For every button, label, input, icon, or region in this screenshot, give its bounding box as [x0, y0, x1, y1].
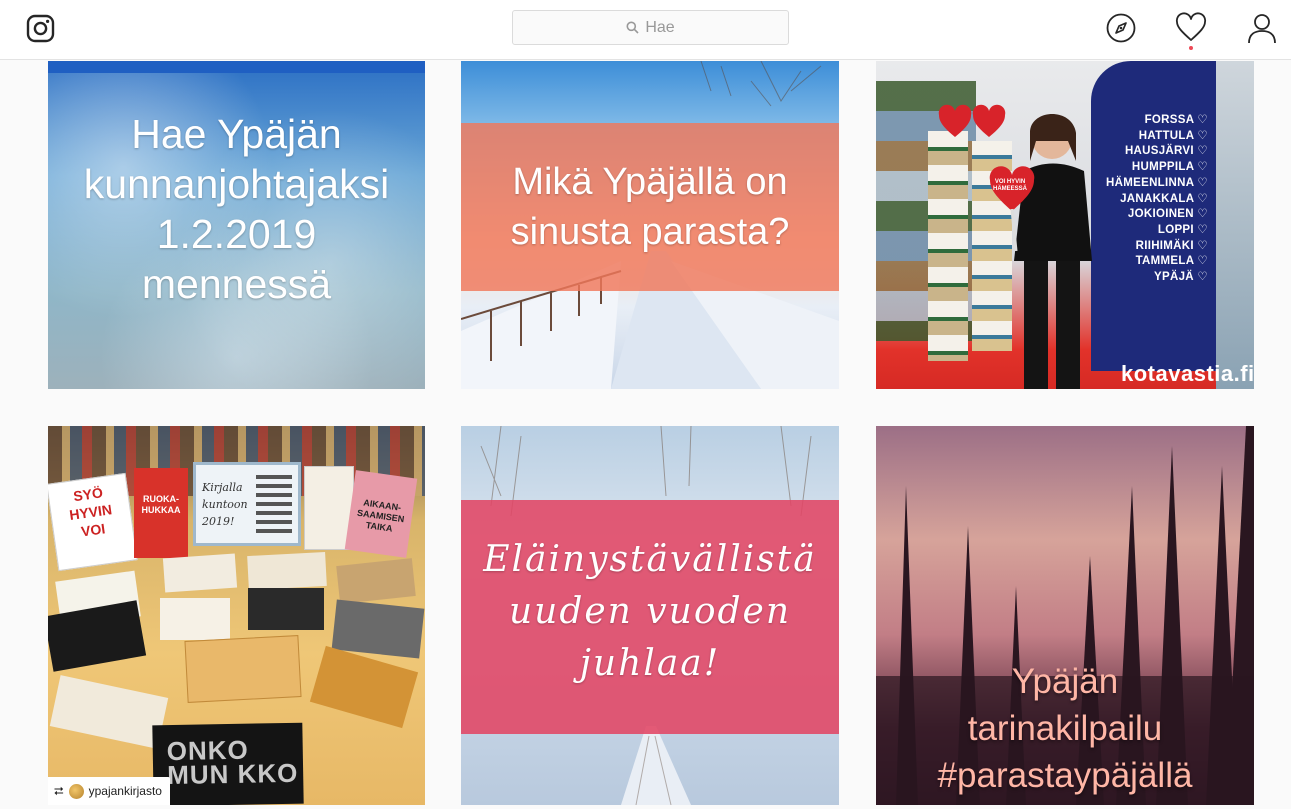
caption-line: sinusta parasta? [510, 211, 790, 253]
banner-footer-text: kotavastia.fi [1121, 361, 1254, 386]
sign-text: Kirjalla kuntoon 2019! [202, 481, 248, 528]
brochure-rack [928, 131, 968, 361]
heart-sign-line: HÄMEESSÄ [992, 186, 1027, 192]
book-cover [162, 553, 238, 593]
search-input[interactable]: Hae [512, 10, 789, 45]
book-title: RUOKA-HUKKAA [141, 494, 181, 515]
repost-username: ypajankirjasto [88, 784, 162, 798]
post-thumbnail-4[interactable]: SYÖ HYVIN VOI RUOKA-HUKKAA Kirjalla kunt… [48, 426, 425, 805]
book-cover [49, 675, 169, 749]
book-cover: ONKO MUN KKO [152, 722, 304, 805]
post-caption-overlay: Hae Ypäjän kunnanjohtajaksi 1.2.2019 men… [48, 109, 425, 309]
book-cover: SYÖ HYVIN VOI [48, 472, 138, 572]
book-stack-drawing [256, 475, 292, 535]
caption-line: mennessä [141, 261, 332, 307]
caption-line: Ypäjän [1011, 662, 1119, 701]
explore-compass-icon[interactable] [1105, 12, 1137, 44]
notification-dot [1189, 46, 1193, 50]
activity-heart-icon[interactable] [1175, 12, 1207, 44]
caption-line: kunnanjohtajaksi [83, 161, 390, 207]
frost-sky-strip [48, 61, 425, 73]
post-thumbnail-6[interactable]: Ypäjän tarinakilpailu #parastaypäjällä [876, 426, 1254, 805]
book-title: AIKAAN-SAAMISEN TAIKA [356, 497, 405, 534]
book-cover [248, 588, 324, 630]
heart-sign-text: VOI HYVIN HÄMEESSÄ [988, 179, 1032, 193]
book-cover [336, 558, 416, 604]
top-navigation-bar: Hae [0, 0, 1291, 60]
caption-line: Eläinystävällistä [483, 539, 817, 580]
profile-icon[interactable] [1246, 12, 1278, 44]
post-caption-overlay: Eläinystävällistä uuden vuoden juhlaa! [461, 534, 839, 690]
post-caption-overlay: Ypäjän tarinakilpailu #parastaypäjällä [876, 658, 1254, 799]
caption-line: 1.2.2019 [156, 211, 317, 257]
post-thumbnail-5[interactable]: Eläinystävällistä uuden vuoden juhlaa! [461, 426, 839, 805]
caption-line: Mikä Ypäjällä on [512, 161, 788, 203]
hall-background [1216, 61, 1254, 389]
repost-icon: ⮂ [54, 783, 64, 798]
post-caption-overlay: Mikä Ypäjällä on sinusta parasta? [461, 157, 839, 257]
caption-line: Hae Ypäjän [131, 111, 342, 157]
book-cover [309, 645, 419, 729]
library-sign: Kirjalla kuntoon 2019! [193, 462, 301, 546]
caption-line: #parastaypäjällä [937, 756, 1193, 795]
search-icon [626, 21, 639, 34]
heart-sign-line: VOI HYVIN [994, 179, 1026, 185]
book-title: SYÖ HYVIN VOI [68, 484, 113, 540]
book-cover [160, 598, 230, 640]
caption-line: tarinakilpailu [967, 709, 1163, 748]
post-thumbnail-1[interactable]: Hae Ypäjän kunnanjohtajaksi 1.2.2019 men… [48, 61, 425, 389]
repost-attribution[interactable]: ⮂ ypajankirjasto [48, 777, 170, 805]
book-cover [331, 599, 425, 659]
search-placeholder: Hae [645, 18, 675, 36]
book-cover [184, 635, 302, 703]
book-cover: RUOKA-HUKKAA [134, 468, 188, 558]
caption-line: uuden vuoden [508, 591, 792, 632]
person-with-heart-sign [989, 114, 1092, 389]
post-thumbnail-2[interactable]: Mikä Ypäjällä on sinusta parasta? [461, 61, 839, 389]
book-title: ONKO MUN KKO [166, 734, 299, 791]
avatar [68, 783, 84, 799]
post-thumbnail-3[interactable]: FORSSA ♡ HATTULA ♡ HAUSJÄRVI ♡ HUMPPILA … [876, 61, 1254, 389]
instagram-logo-icon[interactable] [26, 14, 55, 43]
book-cover: AIKAAN-SAAMISEN TAIKA [344, 470, 418, 558]
caption-line: juhlaa! [579, 643, 721, 684]
book-cover [247, 551, 327, 591]
